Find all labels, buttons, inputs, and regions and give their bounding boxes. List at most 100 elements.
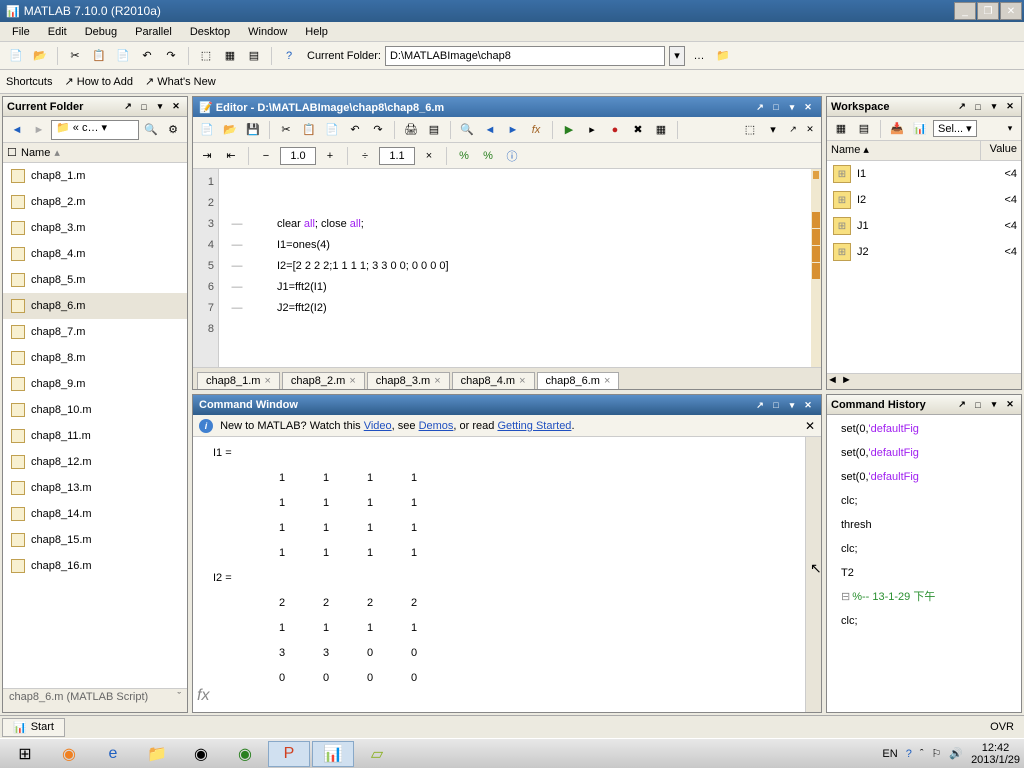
forward-icon[interactable]: ► [29,120,49,140]
stack-icon[interactable]: ▦ [651,120,671,140]
info-icon[interactable]: ⓘ [502,146,522,166]
history-line[interactable]: set(0,'defaultFig [831,417,1017,441]
cut-icon[interactable]: ✂ [65,46,85,66]
new-file-icon[interactable]: 📄 [6,46,26,66]
history-line[interactable]: clc; [831,489,1017,513]
undock-icon[interactable]: ↗ [786,123,800,137]
chevron-icon[interactable]: ▾ [785,398,799,412]
chevron-icon[interactable]: ▾ [763,120,783,140]
file-item[interactable]: chap8_13.m [3,475,187,501]
save-icon[interactable]: 💾 [243,120,263,140]
copy-icon[interactable]: 📋 [89,46,109,66]
undo-icon[interactable]: ↶ [345,120,365,140]
lang-indicator[interactable]: EN [882,748,897,760]
gear-icon[interactable]: ⚙ [163,120,183,140]
video-link[interactable]: Video [364,420,392,432]
cell-mode-icon[interactable]: ⬚ [740,120,760,140]
volume-icon[interactable]: 🔊 [949,747,963,760]
dock-icon[interactable]: ↗ [753,398,767,412]
open-icon[interactable]: 📂 [220,120,240,140]
chevron-up-icon[interactable]: ˆ [920,748,924,760]
file-item[interactable]: chap8_8.m [3,345,187,371]
editor-tab[interactable]: chap8_6.m × [537,372,620,389]
menu-edit[interactable]: Edit [40,24,75,40]
minimize-button[interactable]: _ [954,2,976,20]
plus-icon[interactable]: + [320,146,340,166]
panel-max-icon[interactable]: □ [971,100,985,114]
demos-link[interactable]: Demos [419,420,454,432]
file-item[interactable]: chap8_4.m [3,241,187,267]
flag-icon[interactable]: ⚐ [931,747,941,760]
indent-dec-icon[interactable]: ⇤ [221,146,241,166]
close-info-icon[interactable]: ✕ [805,419,815,433]
tab-close-icon[interactable]: × [349,375,355,387]
dock-icon[interactable]: ↗ [955,100,969,114]
fx-icon[interactable]: fx [526,120,546,140]
history-line[interactable]: T2 [831,561,1017,585]
file-item[interactable]: chap8_15.m [3,527,187,553]
scrollbar[interactable] [805,437,821,712]
editor-tab[interactable]: chap8_4.m × [452,372,535,389]
paste-icon[interactable]: 📄 [113,46,133,66]
scrollbar[interactable]: ◄ ► [827,373,1021,389]
start-button[interactable]: 📊 Start [2,718,65,737]
undo-icon[interactable]: ↶ [137,46,157,66]
dock-icon[interactable]: ↗ [955,398,969,412]
nav-fwd-icon[interactable]: ► [503,120,523,140]
clock[interactable]: 12:42 2013/1/29 [971,742,1020,766]
new-var-icon[interactable]: ▦ [831,119,851,139]
eval-advance-icon[interactable]: % [478,146,498,166]
plot-icon[interactable]: 📊 [910,119,930,139]
file-item[interactable]: chap8_7.m [3,319,187,345]
eval-cell-icon[interactable]: % [454,146,474,166]
file-item[interactable]: chap8_6.m [3,293,187,319]
menu-debug[interactable]: Debug [77,24,125,40]
history-line[interactable]: thresh [831,513,1017,537]
print-icon[interactable]: 🖨 [401,120,421,140]
panel-max-icon[interactable]: □ [769,100,783,114]
search-icon[interactable]: 🔍 [141,120,161,140]
file-item[interactable]: chap8_10.m [3,397,187,423]
workspace-var-row[interactable]: I1<4 [827,161,1021,187]
whats-new-link[interactable]: ↗ What's New [145,75,216,88]
chevron-icon[interactable]: ▾ [987,100,1001,114]
menu-desktop[interactable]: Desktop [182,24,238,40]
select-dropdown[interactable]: Sel... ▾ [933,120,977,137]
redo-icon[interactable]: ↷ [368,120,388,140]
history-line[interactable]: clc; [831,537,1017,561]
file-item[interactable]: chap8_1.m [3,163,187,189]
powerpoint-icon[interactable]: P [268,741,310,767]
divide-icon[interactable]: ÷ [355,146,375,166]
print-preview-icon[interactable]: ▤ [424,120,444,140]
code-area[interactable]: —clear all; close all;—I1=ones(4)—I2=[2 … [219,169,811,367]
tab-close-icon[interactable]: × [519,375,525,387]
close-button[interactable]: ✕ [1000,2,1022,20]
windows-start-icon[interactable]: ⊞ [4,741,46,767]
minus-icon[interactable]: − [256,146,276,166]
panel-max-icon[interactable]: □ [137,100,151,114]
value-column[interactable]: Value [981,141,1021,160]
help-tray-icon[interactable]: ? [906,748,912,760]
copy-icon[interactable]: 📋 [299,120,319,140]
current-folder-input[interactable] [385,46,665,66]
paste-icon[interactable]: 📄 [322,120,342,140]
panel-close-icon[interactable]: ✕ [801,100,815,114]
tab-close-icon[interactable]: × [434,375,440,387]
zoom-input-1[interactable] [280,147,316,165]
chrome-icon[interactable]: ◉ [180,741,222,767]
chevron-icon[interactable]: ▾ [987,398,1001,412]
file-list-header[interactable]: ☐ Name ▴ [3,143,187,163]
getting-started-link[interactable]: Getting Started [497,420,571,432]
explorer-icon[interactable]: 📁 [136,741,178,767]
panel-max-icon[interactable]: □ [971,398,985,412]
folder-dropdown-icon[interactable]: ▾ [669,46,685,66]
app-icon[interactable]: ▱ [356,741,398,767]
editor-body[interactable]: 12345678 —clear all; close all;—I1=ones(… [193,169,821,367]
tab-close-icon[interactable]: × [604,375,610,387]
workspace-var-row[interactable]: J2<4 [827,239,1021,265]
panel-close-icon[interactable]: ✕ [1003,100,1017,114]
open-icon[interactable]: 📂 [30,46,50,66]
zoom-input-2[interactable] [379,147,415,165]
panel-close-icon[interactable]: ✕ [169,100,183,114]
matlab-task-icon[interactable]: 📊 [312,741,354,767]
